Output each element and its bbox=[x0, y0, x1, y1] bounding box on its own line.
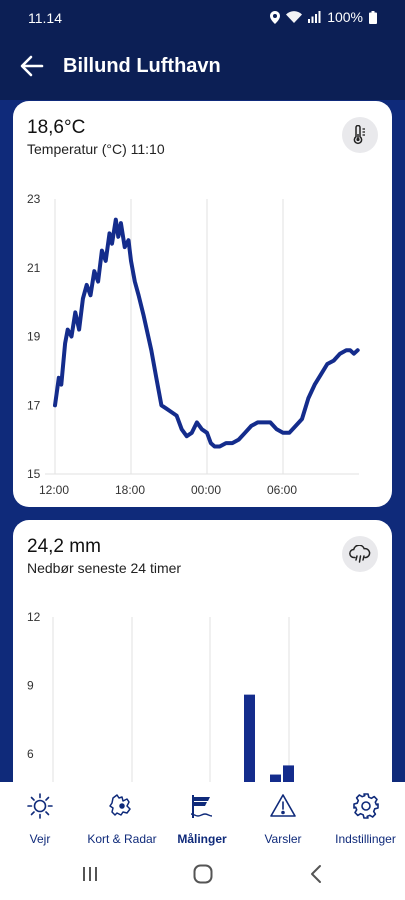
temperature-line bbox=[53, 217, 360, 449]
home-icon[interactable] bbox=[191, 862, 215, 886]
battery-percent: 100% bbox=[327, 9, 363, 25]
location-icon bbox=[270, 10, 281, 24]
temperature-chart: 23 21 19 17 15 12:00 18:00 00:00 06:00 bbox=[27, 192, 360, 497]
x-tick-label: 12:00 bbox=[39, 483, 69, 497]
y-tick-label: 23 bbox=[27, 192, 41, 206]
nav-item-varsler[interactable]: Varsler bbox=[240, 782, 326, 848]
nav-item-indstillinger[interactable]: Indstillinger bbox=[326, 782, 405, 848]
back-chevron-icon[interactable] bbox=[305, 862, 329, 886]
windsock-icon bbox=[188, 792, 216, 820]
nav-item-kort-radar[interactable]: Kort & Radar bbox=[80, 782, 164, 848]
gear-icon bbox=[352, 792, 380, 820]
y-tick-label: 19 bbox=[27, 330, 41, 344]
temperature-value: 18,6°C bbox=[27, 117, 86, 138]
nav-label-malinger: Målinger bbox=[177, 832, 227, 846]
temperature-subtitle: Temperatur (°C) 11:10 bbox=[27, 141, 165, 157]
temperature-card[interactable]: 23 21 19 17 15 12:00 18:00 00:00 06:00 18,6°C Te… bbox=[13, 101, 392, 507]
y-tick-label: 17 bbox=[27, 398, 41, 412]
nav-item-vejr[interactable]: Vejr bbox=[0, 782, 80, 848]
x-tick-label: 18:00 bbox=[115, 483, 145, 497]
bottom-navigation: Vejr Kort & Radar Målinger Varsler Indst… bbox=[0, 782, 405, 848]
nav-label-kort-radar: Kort & Radar bbox=[87, 832, 157, 846]
app-bar: Billund Lufthavn bbox=[0, 34, 405, 100]
status-time: 11.14 bbox=[28, 10, 62, 26]
rain-cloud-icon[interactable] bbox=[342, 536, 378, 572]
nav-item-malinger[interactable]: Målinger bbox=[164, 782, 240, 848]
precipitation-subtitle: Nedbør seneste 24 timer bbox=[27, 560, 182, 576]
recents-icon[interactable] bbox=[78, 862, 102, 886]
precipitation-card[interactable]: 12 9 6 24,2 mm Nedbør seneste 24 timer bbox=[13, 520, 392, 820]
status-icons: 100% bbox=[270, 9, 377, 25]
warning-icon bbox=[269, 792, 297, 820]
precipitation-value: 24,2 mm bbox=[27, 536, 101, 557]
signal-icon bbox=[308, 11, 321, 23]
nav-label-indstillinger: Indstillinger bbox=[335, 832, 396, 846]
y-tick-label: 15 bbox=[27, 467, 41, 481]
status-bar: 11.14 100% bbox=[0, 0, 405, 34]
y-tick-label: 21 bbox=[27, 261, 41, 275]
sun-icon bbox=[26, 792, 54, 820]
map-icon bbox=[108, 792, 136, 820]
nav-label-vejr: Vejr bbox=[29, 832, 51, 846]
y-tick-label: 9 bbox=[27, 679, 34, 693]
page-title: Billund Lufthavn bbox=[63, 55, 221, 77]
nav-label-varsler: Varsler bbox=[264, 832, 302, 846]
wifi-icon bbox=[286, 11, 303, 23]
system-navigation bbox=[0, 848, 405, 900]
x-tick-label: 00:00 bbox=[191, 483, 221, 497]
thermometer-icon[interactable] bbox=[342, 117, 378, 153]
y-tick-label: 6 bbox=[27, 747, 34, 761]
x-tick-label: 06:00 bbox=[267, 483, 297, 497]
battery-icon bbox=[369, 10, 377, 24]
y-tick-label: 12 bbox=[27, 610, 41, 624]
arrow-left-icon[interactable] bbox=[18, 52, 46, 80]
